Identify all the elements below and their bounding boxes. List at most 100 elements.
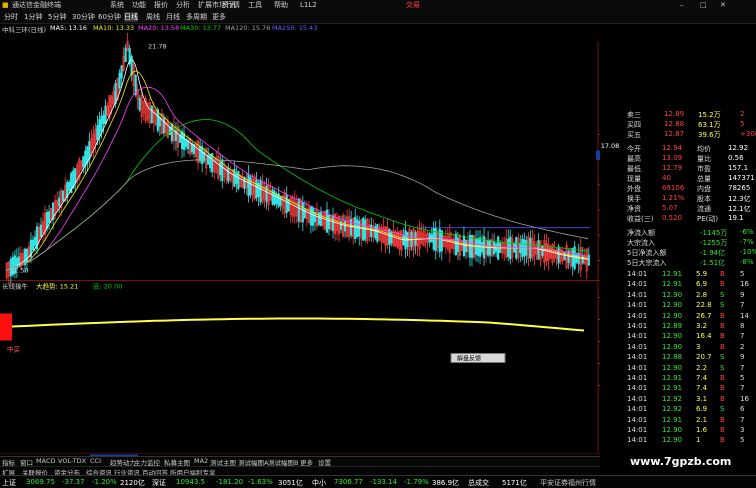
flow-value: -1.94亿 (700, 249, 726, 257)
stat-label: 现量 (627, 175, 641, 183)
tick-volume: 6.9 (696, 405, 708, 414)
candle-body (88, 141, 91, 160)
tick-volume: 2.8 (696, 290, 708, 299)
indicator-tab-4[interactable]: CCI (90, 457, 101, 465)
candle-body (581, 254, 584, 264)
sh-value: 3069.75 (26, 478, 55, 486)
quote-change: 5 (740, 120, 745, 128)
quote-volume: 63.1万 (698, 121, 721, 129)
tab-daily[interactable]: 日线 (124, 12, 138, 22)
tick-direction: S (720, 405, 725, 414)
tick-price: 12.92 (662, 405, 683, 414)
tick-row: 14:01 12.91 6.9 B 16 (600, 280, 756, 290)
maximize-icon[interactable]: □ (700, 1, 707, 10)
stat-label: 总量 (697, 175, 711, 183)
tick-count: 16 (740, 394, 749, 403)
zx-change: -133.14 (370, 478, 398, 486)
tab-fenshi[interactable]: 分时 (4, 12, 18, 22)
tick-row: 14:01 12.90 26.7 B 14 (600, 312, 756, 322)
indicator-tab-3[interactable]: VOL-TDX (58, 457, 86, 465)
tick-price: 12.90 (662, 301, 683, 310)
candle-body (297, 198, 300, 222)
candle-body (74, 168, 77, 184)
tick-volume: 7.4 (696, 374, 708, 382)
candle-body (575, 253, 578, 263)
sh-change: -37.37 (62, 478, 85, 486)
stat-value: 157.1 (728, 164, 749, 172)
tab-more[interactable]: 更多 (212, 12, 226, 22)
menu-help[interactable]: 帮助 (274, 1, 288, 10)
tab-weekly[interactable]: 周线 (146, 12, 160, 22)
menu-news[interactable]: 资讯 (222, 1, 236, 10)
candle-body (390, 231, 393, 244)
tick-count: 5 (740, 374, 745, 382)
candle-body (356, 219, 359, 238)
menu-function[interactable]: 功能 (132, 1, 146, 10)
candle-body (259, 179, 262, 203)
menu-trade[interactable]: 交易 (406, 1, 420, 10)
flow-percent: -7% (740, 238, 754, 246)
tick-direction: B (720, 280, 725, 289)
tick-count: 9 (740, 290, 745, 299)
tab-monthly[interactable]: 月线 (166, 12, 180, 22)
tick-direction: B (720, 436, 725, 445)
tick-count: 14 (740, 311, 749, 320)
sh-percent: -1.20% (92, 478, 117, 486)
tick-direction: B (720, 322, 725, 330)
candle-body (102, 114, 105, 124)
tick-row: 14:01 12.90 16.4 B 7 (600, 332, 756, 342)
tab-30min[interactable]: 30分钟 (72, 12, 95, 22)
tick-time: 14:01 (627, 405, 648, 414)
flow-label: 5日净流入额 (627, 249, 667, 257)
tick-direction: B (720, 374, 725, 382)
tick-row: 14:01 12.91 7.4 B 7 (600, 384, 756, 394)
tick-volume: 26.7 (696, 311, 712, 320)
flow-row: 5日大宗流入 -1.51亿 -8% (600, 258, 756, 268)
title-bar: ■ 通达信金融终端 系统 功能 报价 分析 扩展市场行情 资讯 工具 帮助 L1… (0, 0, 756, 11)
quote-label: 买五 (627, 131, 641, 139)
stat-value: 40 (662, 174, 671, 182)
menu-system[interactable]: 系统 (110, 1, 124, 10)
sz-percent: -1.63% (248, 478, 273, 486)
menu-analysis[interactable]: 分析 (176, 1, 190, 10)
candle-body (255, 179, 258, 199)
flow-label: 5日大宗流入 (627, 259, 667, 267)
tick-volume: 5.9 (696, 270, 708, 278)
candle-body (162, 118, 165, 134)
candle-body (279, 196, 282, 206)
quote-price: 12.87 (664, 130, 685, 138)
candle-body (138, 98, 141, 111)
popup-label[interactable]: 解盘反馈 (457, 355, 481, 363)
stat-row: 外盘 69106 内盘 78265 (600, 184, 756, 194)
tab-multi[interactable]: 多周期 (186, 12, 207, 22)
tab-60min[interactable]: 60分钟 (98, 12, 121, 22)
candle-body (84, 150, 87, 166)
tick-price: 12.88 (662, 353, 683, 362)
candle-body (219, 162, 222, 176)
candle-body (327, 214, 331, 230)
tick-direction: S (720, 353, 725, 362)
kline-chart[interactable]: 18.0017.0016.0015.0014.0013.00 21.78 12.… (0, 33, 600, 473)
tick-volume: 22.8 (696, 301, 712, 310)
tab-1min[interactable]: 1分钟 (24, 12, 42, 22)
menu-quote[interactable]: 报价 (154, 1, 168, 10)
candle-body (23, 248, 27, 266)
candle-body (209, 154, 212, 169)
candle-body (319, 212, 323, 227)
menu-tools[interactable]: 工具 (248, 1, 262, 10)
tick-volume: 16.4 (696, 332, 712, 341)
tab-5min[interactable]: 5分钟 (48, 12, 66, 22)
close-icon[interactable]: ✕ (720, 1, 726, 10)
flow-percent: -10% (740, 248, 756, 256)
buy-signal-bar (0, 313, 12, 341)
indicator-tab-8[interactable]: MA2 (194, 457, 208, 465)
tick-direction: B (720, 332, 725, 341)
flow-row: 大宗流入 -1255万 -7% (600, 238, 756, 248)
minimize-icon[interactable]: – (680, 1, 684, 10)
indicator-tab-2[interactable]: MACD (36, 457, 55, 465)
stat-value: 0.520 (662, 214, 683, 222)
tick-volume: 3.1 (696, 394, 708, 403)
tick-direction: B (720, 394, 725, 403)
tick-time: 14:01 (627, 332, 648, 341)
stat-value: 12.1亿 (728, 205, 751, 213)
